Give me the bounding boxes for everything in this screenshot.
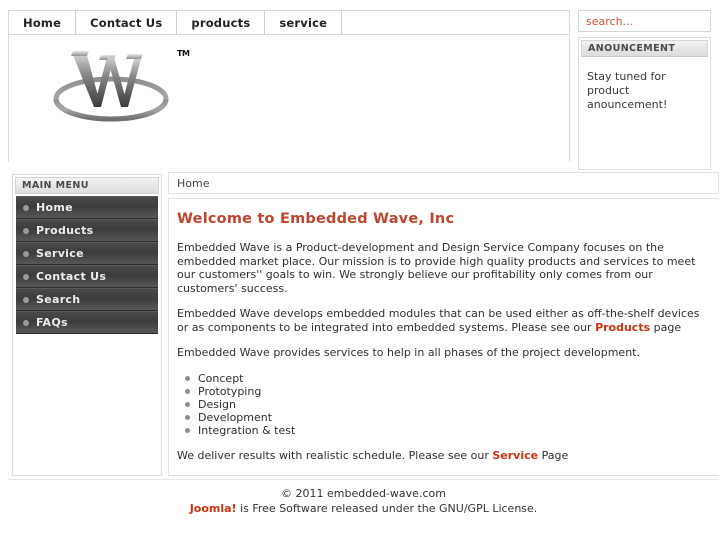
paragraph-services: Embedded Wave provides services to help … — [177, 346, 640, 359]
search-box[interactable] — [578, 10, 711, 32]
services-list: Concept Prototyping Design Development I… — [177, 372, 709, 437]
paragraph-intro: Embedded Wave is a Product-development a… — [177, 241, 696, 295]
sidebar-item-label: Search — [36, 293, 81, 306]
list-item-label: Concept — [198, 371, 244, 385]
sidebar-item-products[interactable]: Products — [16, 219, 158, 242]
sidebar: MAIN MENU Home Products Service Contact — [12, 174, 162, 476]
announcement-body: Stay tuned for product anouncement! — [587, 70, 668, 111]
list-item: Design — [185, 398, 709, 411]
list-item: Integration & test — [185, 424, 709, 437]
search-input[interactable] — [586, 14, 703, 28]
sidebar-item-search[interactable]: Search — [16, 288, 158, 311]
announcement-module: ANOUNCEMENT Stay tuned for product anoun… — [578, 37, 711, 170]
service-link[interactable]: Service — [492, 449, 538, 462]
bullet-icon — [23, 204, 29, 211]
list-item-label: Integration & test — [198, 423, 296, 437]
breadcrumb: Home — [168, 172, 719, 194]
sidebar-header: MAIN MENU — [15, 177, 159, 194]
trademark-label: TM — [177, 49, 190, 58]
header-left-panel: Home Contact Us products service TM — [8, 10, 570, 162]
footer: © 2011 embedded-wave.com Joomla! is Free… — [8, 479, 719, 516]
sidebar-item-label: Products — [36, 224, 94, 237]
nav-item-service[interactable]: service — [265, 11, 343, 34]
list-item-label: Design — [198, 397, 236, 411]
nav-item-label: service — [279, 15, 328, 30]
products-link[interactable]: Products — [595, 321, 650, 334]
header-region: Home Contact Us products service TM sear… — [8, 10, 711, 170]
bullet-icon — [23, 250, 29, 257]
list-item: Development — [185, 411, 709, 424]
sidebar-item-label: FAQs — [36, 316, 68, 329]
list-item: Prototyping — [185, 385, 709, 398]
sidebar-item-label: Service — [36, 247, 84, 260]
sidebar-title: MAIN MENU — [22, 180, 89, 191]
bullet-icon — [23, 296, 29, 303]
nav-item-contact-us[interactable]: Contact Us — [76, 11, 178, 34]
bullet-icon — [185, 414, 190, 420]
announcement-module-header: ANOUNCEMENT — [581, 40, 708, 57]
bullet-icon — [23, 273, 29, 280]
paragraph-delivery-text-before: We deliver results with realistic schedu… — [177, 448, 493, 462]
paragraph-modules: Embedded Wave develops embedded modules … — [177, 307, 709, 334]
bullet-icon — [185, 388, 190, 394]
article-body: Welcome to Embedded Wave, Inc Embedded W… — [168, 198, 719, 476]
top-navigation: Home Contact Us products service — [9, 11, 569, 35]
sidebar-item-faqs[interactable]: FAQs — [16, 311, 158, 334]
sidebar-item-service[interactable]: Service — [16, 242, 158, 265]
nav-item-label: Home — [23, 15, 62, 30]
footer-copyright: © 2011 embedded-wave.com — [281, 487, 446, 500]
main-region: MAIN MENU Home Products Service Contact — [8, 172, 719, 478]
paragraph-delivery-text-after: Page — [538, 448, 569, 462]
nav-item-products[interactable]: products — [177, 11, 266, 34]
content-column: Home Welcome to Embedded Wave, Inc Embed… — [168, 172, 719, 478]
paragraph-delivery: We deliver results with realistic schedu… — [177, 449, 709, 463]
nav-empty-space — [342, 11, 569, 34]
page-title: Welcome to Embedded Wave, Inc — [177, 211, 455, 227]
nav-item-label: Contact Us — [90, 15, 163, 30]
footer-license-line: Joomla! is Free Software released under … — [8, 501, 719, 516]
logo-area: TM — [9, 35, 569, 162]
sidebar-item-home[interactable]: Home — [16, 196, 158, 219]
footer-divider — [8, 479, 719, 480]
sidebar-item-contact-us[interactable]: Contact Us — [16, 265, 158, 288]
list-item: Concept — [185, 372, 709, 385]
header-right-panel: ANOUNCEMENT Stay tuned for product anoun… — [578, 10, 711, 172]
footer-license-text: is Free Software released under the GNU/… — [236, 502, 538, 515]
sidebar-item-label: Home — [36, 201, 73, 214]
bullet-icon — [23, 227, 29, 234]
announcement-title: ANOUNCEMENT — [588, 43, 676, 54]
main-menu-list: Home Products Service Contact Us Search — [15, 195, 159, 335]
bullet-icon — [185, 427, 190, 433]
breadcrumb-current: Home — [177, 176, 210, 190]
sidebar-item-label: Contact Us — [36, 270, 107, 283]
bullet-icon — [185, 375, 190, 381]
site-logo[interactable]: TM — [49, 41, 209, 126]
joomla-link[interactable]: Joomla! — [190, 502, 237, 515]
list-item-label: Prototyping — [198, 384, 262, 398]
list-item-label: Development — [198, 410, 273, 424]
bullet-icon — [185, 401, 190, 407]
page-root: Home Contact Us products service TM sear… — [0, 0, 727, 545]
nav-item-home[interactable]: Home — [9, 11, 77, 34]
nav-item-label: products — [191, 15, 251, 30]
paragraph-modules-text-after: page — [650, 320, 682, 334]
bullet-icon — [23, 319, 29, 326]
